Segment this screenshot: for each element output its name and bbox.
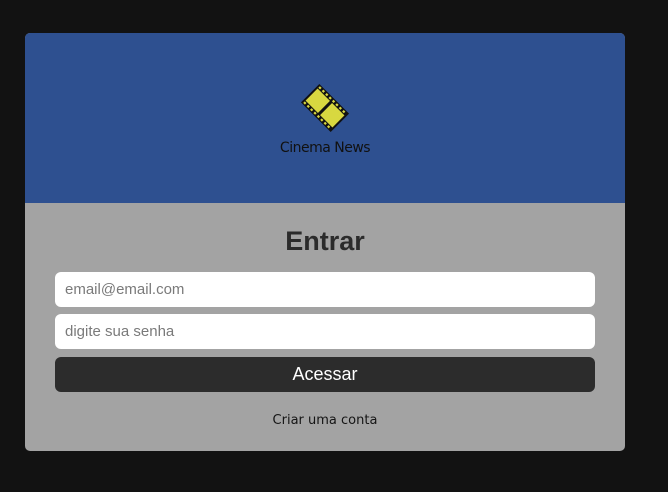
email-input[interactable] [55, 272, 595, 307]
login-card: Cinema News Entrar Acessar Criar uma con… [25, 33, 625, 451]
password-input[interactable] [55, 314, 595, 349]
submit-button[interactable]: Acessar [55, 357, 595, 392]
brand-logo: Cinema News [25, 77, 625, 156]
brand-header: Cinema News [25, 33, 625, 203]
film-strip-icon [300, 83, 350, 133]
form-title: Entrar [285, 226, 365, 256]
brand-name: Cinema News [279, 140, 371, 156]
create-account-link[interactable]: Criar uma conta [25, 413, 625, 428]
login-form: Entrar Acessar Criar uma conta [25, 203, 625, 451]
